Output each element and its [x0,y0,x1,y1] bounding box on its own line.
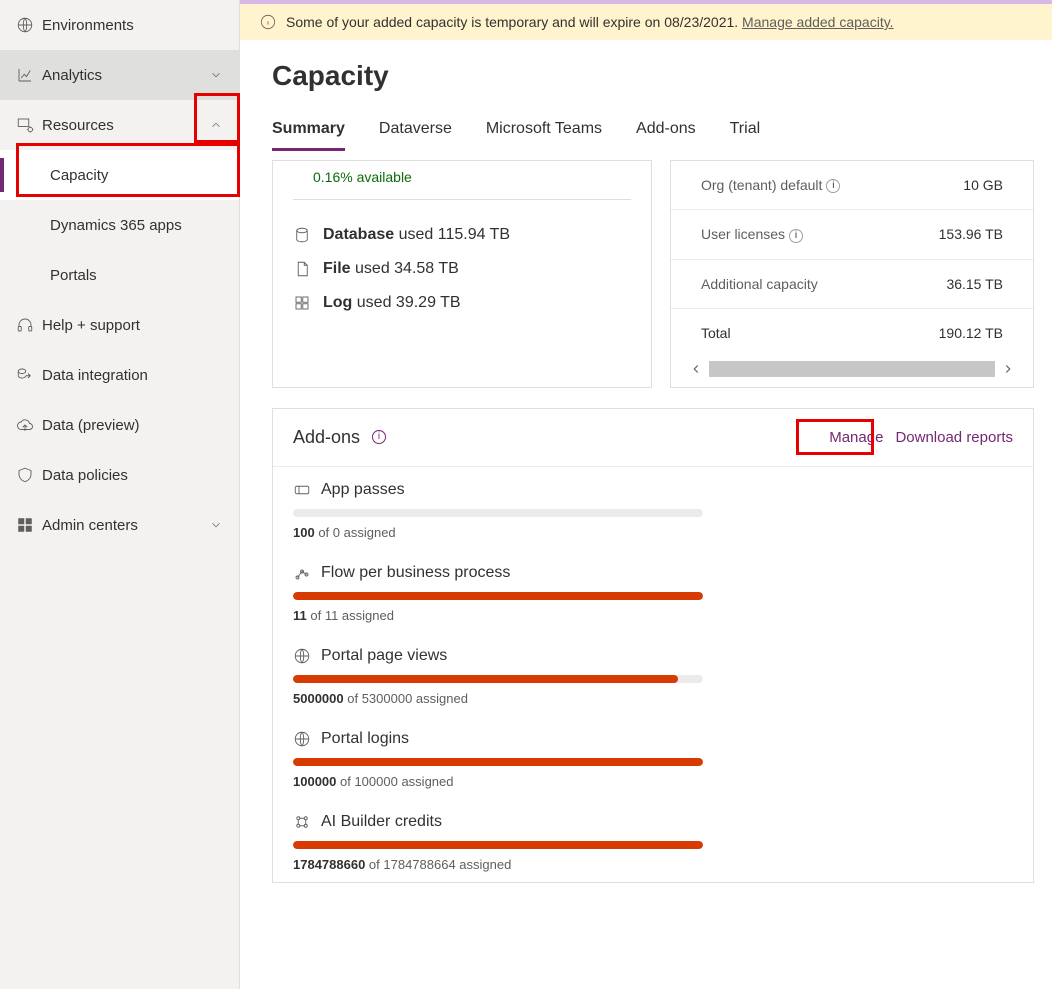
nav-label: Capacity [50,167,223,184]
addon-progress [293,592,703,600]
addon-usage-text: 100 of 0 assigned [293,525,1013,540]
resources-icon [16,116,42,134]
horizontal-scrollbar[interactable] [671,357,1033,387]
nav-environments[interactable]: Environments [0,0,239,50]
tabs: Summary Dataverse Microsoft Teams Add-on… [240,92,1052,152]
download-reports-link[interactable]: Download reports [895,429,1013,446]
nav-data-policies[interactable]: Data policies [0,450,239,500]
nav-admin-centers[interactable]: Admin centers [0,500,239,550]
nav-label: Data policies [42,467,223,484]
addon-progress [293,509,703,517]
globe-icon [16,16,42,34]
data-integration-icon [16,366,42,384]
nav-resources[interactable]: Resources [0,100,239,150]
nav-data-preview[interactable]: Data (preview) [0,400,239,450]
database-icon [293,226,311,244]
nav-portals[interactable]: Portals [0,250,239,300]
tab-dataverse[interactable]: Dataverse [379,120,452,151]
addon-name: App passes [321,481,405,499]
nav-label: Dynamics 365 apps [50,217,223,234]
addon-name: Flow per business process [321,564,510,582]
nav-label: Analytics [42,67,209,84]
addon-flow-per-business-process: Flow per business process 11 of 11 assig… [273,550,1033,633]
chevron-down-icon [209,68,223,82]
chart-icon [16,66,42,84]
headset-icon [16,316,42,334]
info-banner: Some of your added capacity is temporary… [240,4,1052,40]
addon-progress [293,758,703,766]
globe-icon [293,730,311,748]
addon-name: AI Builder credits [321,813,442,831]
nav-capacity[interactable]: Capacity [0,150,239,200]
addons-title: Add-ons i [293,427,386,448]
nav-label: Help + support [42,317,223,334]
tab-summary[interactable]: Summary [272,120,345,151]
addon-usage-text: 100000 of 100000 assigned [293,774,1013,789]
source-org-default: Org (tenant) defaulti 10 GB [671,161,1033,210]
tab-add-ons[interactable]: Add-ons [636,120,696,151]
chevron-up-icon [209,118,223,132]
admin-icon [16,516,42,534]
nav-label: Data integration [42,367,223,384]
manage-link[interactable]: Manage [829,429,883,446]
addon-usage-text: 5000000 of 5300000 assigned [293,691,1013,706]
addon-name: Portal page views [321,647,447,665]
nav-label: Data (preview) [42,417,223,434]
info-icon[interactable]: i [372,430,386,444]
addons-card: Add-ons i Manage Download reports App pa… [272,408,1034,883]
storage-used-card: 0.16% available Database used 115.94 TB … [272,160,652,388]
chevron-down-icon [209,518,223,532]
addon-portal-logins: Portal logins 100000 of 100000 assigned [273,716,1033,799]
addon-usage-text: 11 of 11 assigned [293,608,1013,623]
nav-dynamics365[interactable]: Dynamics 365 apps [0,200,239,250]
sources-card: Org (tenant) defaulti 10 GB User license… [670,160,1034,388]
log-icon [293,294,311,312]
usage-log: Log used 39.29 TB [273,286,651,342]
addon-name: Portal logins [321,730,409,748]
cloud-icon [16,416,42,434]
flow-icon [293,564,311,582]
usage-database: Database used 115.94 TB [273,218,651,252]
nav-label: Admin centers [42,517,209,534]
page-title: Capacity [240,40,1052,92]
pass-icon [293,481,311,499]
nav-help-support[interactable]: Help + support [0,300,239,350]
info-icon[interactable]: i [826,179,840,193]
source-additional-capacity: Additional capacity 36.15 TB [671,260,1033,309]
nav-label: Environments [42,17,223,34]
addon-progress [293,675,703,683]
addon-ai-builder-credits: AI Builder credits 1784788660 of 1784788… [273,799,1033,882]
tab-trial[interactable]: Trial [730,120,761,151]
main: Some of your added capacity is temporary… [240,0,1052,989]
banner-text: Some of your added capacity is temporary… [286,14,894,30]
ai-icon [293,813,311,831]
sidebar: Environments Analytics Resources Capacit… [0,0,240,989]
source-user-licenses: User licensesi 153.96 TB [671,210,1033,259]
nav-label: Portals [50,267,223,284]
nav-analytics[interactable]: Analytics [0,50,239,100]
file-icon [293,260,311,278]
shield-icon [16,466,42,484]
addon-progress [293,841,703,849]
info-icon [260,14,276,30]
tab-microsoft-teams[interactable]: Microsoft Teams [486,120,602,151]
available-percent: 0.16% available [273,161,651,199]
addon-portal-page-views: Portal page views 5000000 of 5300000 ass… [273,633,1033,716]
globe-icon [293,647,311,665]
addon-app-passes: App passes 100 of 0 assigned [273,467,1033,550]
source-total: Total 190.12 TB [671,309,1033,357]
info-icon[interactable]: i [789,229,803,243]
addon-usage-text: 1784788660 of 1784788664 assigned [293,857,1013,872]
nav-label: Resources [42,117,209,134]
nav-data-integration[interactable]: Data integration [0,350,239,400]
banner-link[interactable]: Manage added capacity. [742,14,894,30]
usage-file: File used 34.58 TB [273,252,651,286]
